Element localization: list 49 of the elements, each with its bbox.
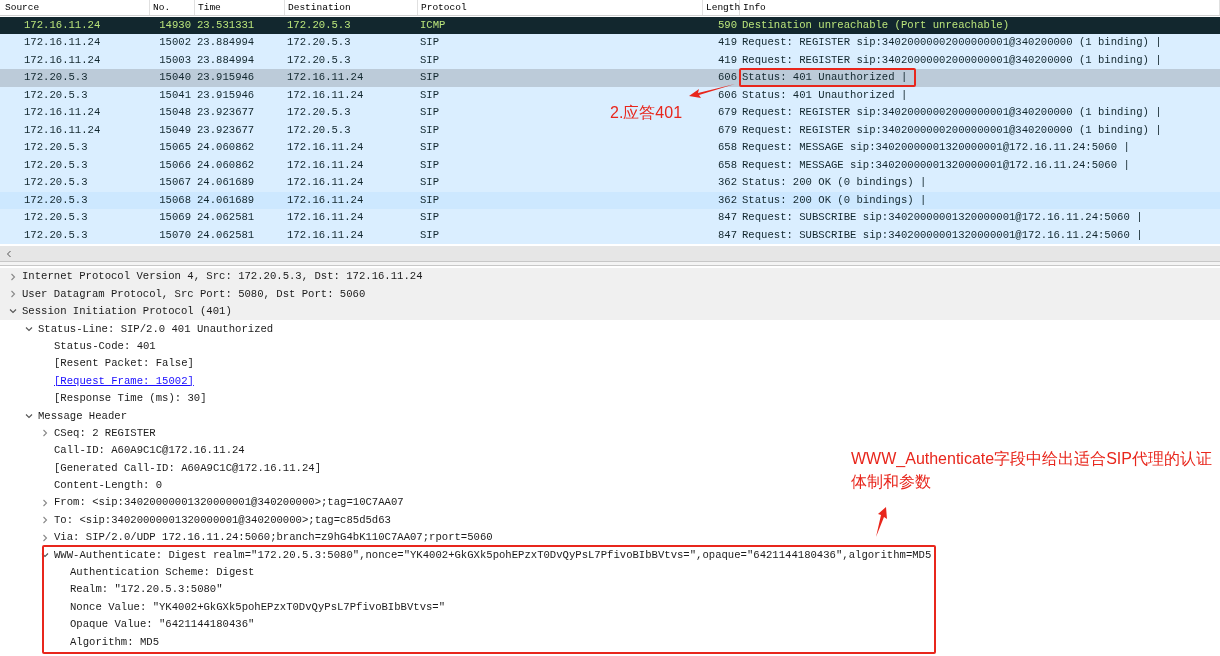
detail-field[interactable]: CSeq: 2 REGISTER — [54, 427, 156, 439]
detail-field[interactable]: Algorithm: MD5 — [70, 636, 159, 648]
packet-row[interactable]: 172.20.5.3 15069 24.062581 172.16.11.24 SIP 847 Request: SUBSCRIBE sip:34020000001320000001@172.16.11.24:5060 | — [0, 209, 1220, 227]
detail-field[interactable]: User Datagram Protocol, Src Port: 5080, Dst Port: 5060 — [22, 288, 366, 300]
detail-field[interactable]: Via: SIP/2.0/UDP 172.16.11.24:5060;branch=z9hG4bK110C7AA07;rport=5060 — [54, 532, 493, 543]
request-frame-link[interactable]: [Request Frame: 15002] — [54, 375, 194, 387]
annotation-label: WWW_Authenticate字段中给出适合SIP代理的认证体制和参数 — [851, 449, 1213, 492]
chevron-down-icon[interactable] — [25, 324, 33, 333]
detail-field[interactable]: Authentication Scheme: Digest — [70, 567, 255, 578]
detail-field[interactable]: [Resent Packet: False] — [54, 358, 194, 369]
annotation-label: 2.应答401 — [610, 103, 683, 123]
detail-field[interactable]: Session Initiation Protocol (401) — [22, 306, 232, 317]
detail-field[interactable]: To: <sip:34020000001320000001@340200000>;tag=c85d5d63 — [54, 514, 391, 526]
detail-field[interactable]: Content-Length: 0 — [54, 480, 163, 491]
horizontal-scrollbar[interactable] — [0, 246, 1220, 261]
detail-field[interactable]: [Generated Call-ID: A60A9C1C@172.16.11.24] — [54, 462, 321, 474]
detail-field[interactable]: Message Header — [38, 410, 127, 422]
detail-field[interactable]: [Response Time (ms): 30] — [54, 393, 207, 404]
chevron-down-icon[interactable] — [9, 307, 17, 316]
packet-row[interactable]: 172.20.5.3 15067 24.061689 172.16.11.24 SIP 362 Status: 200 OK (0 bindings) | — [0, 174, 1220, 192]
arrow-icon — [874, 506, 888, 538]
column-heading[interactable]: Info — [740, 0, 1220, 15]
detail-field[interactable]: Call-ID: A60A9C1C@172.16.11.24 — [54, 445, 245, 456]
detail-field[interactable]: Opaque Value: "6421144180436" — [70, 619, 255, 630]
chevron-right-icon[interactable] — [9, 290, 17, 299]
chevron-right-icon[interactable] — [41, 516, 49, 525]
column-heading[interactable]: Destination — [285, 0, 418, 15]
column-heading[interactable]: Length — [703, 0, 740, 15]
chevron-right-icon[interactable] — [9, 272, 17, 281]
scroll-left-icon[interactable] — [5, 249, 13, 258]
column-heading[interactable]: Source — [0, 0, 150, 15]
packet-row[interactable]: 172.16.11.24 14930 23.531331 172.20.5.3 ICMP 590 Destination unreachable (Port unreachable) — [0, 16, 1220, 34]
detail-field[interactable]: From: <sip:34020000001320000001@340200000>;tag=10C7AA07 — [54, 497, 404, 509]
packet-row[interactable]: 172.20.5.3 15065 24.060862 172.16.11.24 SIP 658 Request: MESSAGE sip:34020000001320000001@172.16.11.24:5060 | — [0, 139, 1220, 157]
packet-row[interactable]: 172.16.11.24 15002 23.884994 172.20.5.3 SIP 419 Request: REGISTER sip:34020000002000000001@340200000 (1 binding) | — [0, 34, 1220, 52]
detail-field[interactable]: Realm: "172.20.5.3:5080" — [70, 584, 223, 595]
column-heading[interactable]: Time — [195, 0, 285, 15]
detail-field[interactable]: Status-Line: SIP/2.0 401 Unauthorized — [38, 323, 274, 335]
detail-field[interactable]: Status-Code: 401 — [54, 340, 156, 352]
chevron-right-icon[interactable] — [41, 498, 49, 507]
column-heading[interactable]: Protocol — [418, 0, 703, 15]
detail-field[interactable]: Nonce Value: "YK4002+GkGXk5pohEPzxT0DvQyPsL7PfivoBIbBVtvs=" — [70, 601, 446, 613]
column-heading[interactable]: No. — [150, 0, 195, 15]
chevron-down-icon[interactable] — [41, 550, 49, 559]
chevron-right-icon[interactable] — [41, 429, 49, 438]
packet-row[interactable]: 172.20.5.3 15040 23.915946 172.16.11.24 SIP 606 Status: 401 Unauthorized | — [0, 69, 1220, 87]
chevron-right-icon[interactable] — [41, 533, 49, 542]
chevron-down-icon[interactable] — [25, 411, 33, 420]
detail-field[interactable]: WWW-Authenticate: Digest realm="172.20.5.3:5080",nonce="YK4002+GkGXk5pohEPzxT0DvQyPsL7PfivoBIbBVtvs=",opaque="6421144180436",algorithm=MD5 — [54, 549, 932, 561]
